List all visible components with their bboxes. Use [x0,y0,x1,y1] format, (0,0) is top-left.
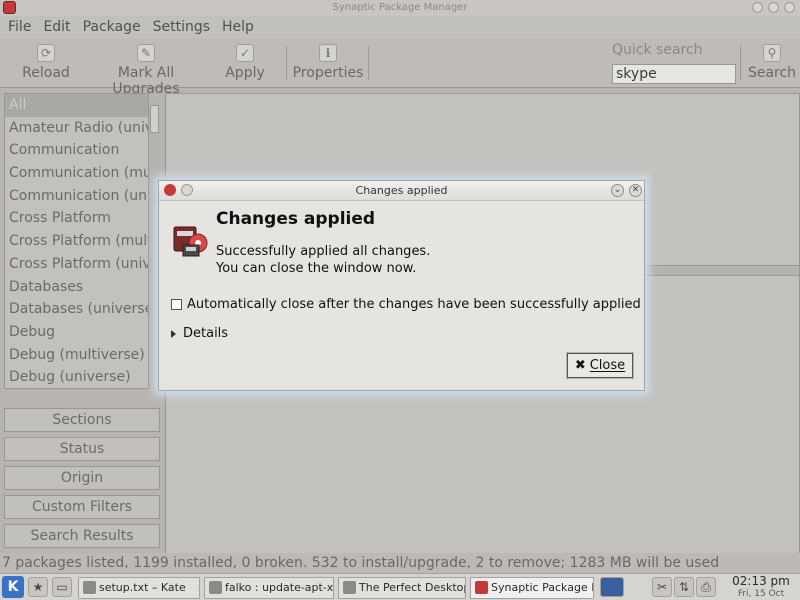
dialog-minimize-icon[interactable]: ⌄ [611,184,624,197]
list-item[interactable]: Databases [5,276,159,299]
dialog-app-icon[interactable] [164,184,176,196]
list-item[interactable]: Communication (multiverse) [5,162,159,185]
close-icon: ✖ [574,358,586,373]
synaptic-app-icon[interactable] [3,1,16,14]
list-item[interactable]: Cross Platform (multiverse) [5,230,159,253]
list-item[interactable]: Communication [5,139,159,162]
origin-filter-button[interactable]: Origin [4,466,160,490]
task-kate[interactable]: setup.txt – Kate [78,577,200,599]
section-list: All Amateur Radio (universe) Communicati… [4,93,160,389]
list-item[interactable]: Debug (universe) [5,366,159,388]
taskbar: K ★ ▭ setup.txt – Kate falko : update-ap… [0,573,800,600]
menu-settings[interactable]: Settings [153,19,210,35]
network-icon[interactable]: ⇅ [674,577,694,597]
list-item[interactable]: Communication (universe) [5,185,159,208]
quick-search-input[interactable] [612,64,736,84]
status-filter-button[interactable]: Status [4,437,160,461]
terminal-icon [209,581,222,594]
package-list-hscrollbar[interactable] [630,265,800,276]
custom-filters-button[interactable]: Custom Filters [4,495,160,519]
list-item[interactable]: Databases (universe) [5,298,159,321]
list-item[interactable]: Cross Platform (universe) [5,253,159,276]
list-item[interactable]: Debug (multiverse) [5,344,159,367]
clock[interactable]: 02:13 pm Fri, 15 Oct [726,575,796,600]
clipboard-icon[interactable]: ✂ [652,577,672,597]
dialog-menu-icon[interactable] [181,184,193,196]
checkmark-icon: ✓ [236,44,254,62]
task-terminal[interactable]: falko : update-apt-xapi [204,577,334,599]
task-browser[interactable]: The Perfect Desktop - [338,577,466,599]
sections-filter-button[interactable]: Sections [4,408,160,432]
dialog-message-line: Successfully applied all changes. [216,244,431,259]
clock-date: Fri, 15 Oct [737,589,785,599]
dialog-titlebar: Changes applied ⌄ ✕ [159,181,644,201]
search-button[interactable]: ⚲ Search [746,42,798,86]
auto-close-label: Automatically close after the changes ha… [187,297,641,312]
dialog-message-line: You can close the window now. [216,261,417,276]
dialog-message: Successfully applied all changes. You ca… [216,243,430,277]
menu-file[interactable]: File [8,19,31,35]
details-label: Details [183,326,229,341]
menu-package[interactable]: Package [83,19,141,35]
list-item[interactable]: All [5,94,159,117]
dialog-close-icon[interactable]: ✕ [629,184,642,197]
clock-time: 02:13 pm [732,574,790,588]
menubar: File Edit Package Settings Help [0,16,800,38]
kate-icon [83,581,96,594]
kde-menu-icon[interactable]: K [2,576,24,598]
close-window-icon[interactable] [784,2,795,13]
minimize-icon[interactable] [752,2,763,13]
toolbar-separator [286,46,287,80]
search-icon: ⚲ [763,44,781,62]
toolbar-separator [368,46,369,80]
list-item[interactable]: Amateur Radio (universe) [5,117,159,140]
favorites-star-icon[interactable]: ★ [28,577,48,597]
dialog-heading: Changes applied [216,209,376,229]
checkbox-box[interactable] [171,299,182,310]
printer-icon[interactable]: ⎙ [696,577,716,597]
pager-icon[interactable] [600,577,624,597]
search-results-button[interactable]: Search Results [4,524,160,548]
window-title: Synaptic Package Manager [332,2,468,13]
changes-applied-dialog: Changes applied ⌄ ✕ Changes applied Succ… [158,180,645,391]
list-item[interactable]: Debug [5,321,159,344]
toolbar-separator [740,46,741,80]
reload-icon: ⟳ [37,44,55,62]
package-applied-icon [173,226,208,257]
mark-all-upgrades-button[interactable]: ✎ Mark All Upgrades [84,42,208,97]
expander-arrow-icon [171,329,176,338]
synaptic-icon [475,581,488,594]
auto-close-checkbox[interactable]: Automatically close after the changes ha… [171,297,641,312]
quick-search-label: Quick search [612,42,703,58]
task-synaptic[interactable]: Synaptic Package Mana [470,577,594,599]
properties-button[interactable]: ℹ Properties [292,42,364,86]
window-titlebar: Synaptic Package Manager [0,0,800,16]
maximize-icon[interactable] [768,2,779,13]
details-expander[interactable]: Details [171,326,228,341]
scrollbar-thumb[interactable] [150,105,159,133]
list-item[interactable]: Cross Platform [5,207,159,230]
mark-upgrades-icon: ✎ [137,44,155,62]
apply-button[interactable]: ✓ Apply [220,42,270,86]
status-bar: 7 packages listed, 1199 installed, 0 bro… [0,553,800,573]
reload-button[interactable]: ⟳ Reload [18,42,74,86]
close-button[interactable]: ✖ Close [566,352,634,379]
show-desktop-icon[interactable]: ▭ [52,577,72,597]
browser-icon [343,581,356,594]
menu-edit[interactable]: Edit [43,19,70,35]
menu-help[interactable]: Help [222,19,254,35]
properties-icon: ℹ [319,44,337,62]
dialog-title: Changes applied [355,184,448,197]
